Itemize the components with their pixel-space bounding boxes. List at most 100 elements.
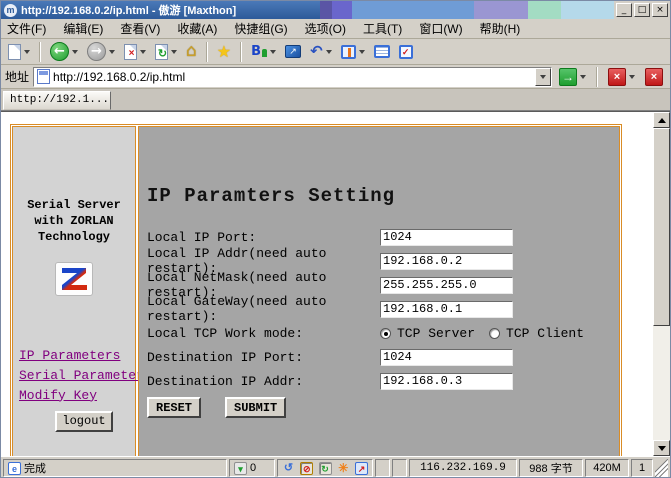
resource-sniffer-button[interactable] — [338, 41, 368, 63]
scrollbar-track[interactable] — [653, 326, 670, 440]
submit-button[interactable]: SUBMIT — [225, 397, 286, 418]
popup-blocker-icon[interactable]: ⊘ — [300, 462, 313, 475]
maximize-button[interactable]: □ — [634, 3, 650, 17]
chevron-down-icon — [580, 75, 586, 79]
page-frame: Serial Server with ZORLAN Technology — [10, 124, 622, 456]
tab-current[interactable]: http://192.1... — [3, 91, 111, 110]
brand-line: with ZORLAN — [27, 213, 121, 229]
radio-label: TCP Client — [506, 326, 584, 341]
menu-groups[interactable]: 快捷组(G) — [234, 20, 287, 37]
menu-window[interactable]: 窗口(W) — [419, 20, 462, 37]
form-buttons: RESET SUBMIT — [147, 397, 619, 418]
menu-file[interactable]: 文件(F) — [7, 20, 46, 37]
go-button[interactable]: → — [556, 66, 589, 88]
proxy-icon[interactable]: ↺ — [282, 462, 295, 475]
resource-sniffer-icon — [341, 45, 356, 59]
toolbar-separator — [596, 67, 598, 87]
web-page: Serial Server with ZORLAN Technology — [1, 112, 653, 456]
brand-text: Serial Server with ZORLAN Technology — [27, 197, 121, 246]
chevron-down-icon — [629, 75, 635, 79]
plugins-button[interactable]: B — [248, 41, 279, 63]
screen-capture-icon: ↗ — [285, 45, 301, 58]
chevron-down-icon — [109, 50, 115, 54]
chevron-down-icon — [140, 50, 146, 54]
new-page-icon — [8, 44, 21, 60]
scroll-up-button[interactable] — [653, 112, 670, 128]
nav-link-ip-parameters[interactable]: IP Parameters — [19, 348, 152, 363]
home-icon: ⌂ — [186, 43, 197, 60]
reset-button[interactable]: RESET — [147, 397, 201, 418]
back-icon: ← — [50, 42, 69, 61]
local-netmask-input[interactable] — [380, 277, 513, 294]
nav-link-modify-key[interactable]: Modify Key — [19, 388, 152, 403]
undo-button[interactable]: ↶ — [307, 41, 335, 63]
close-tab-icon: × — [608, 68, 626, 86]
page-icon — [37, 69, 50, 84]
local-ip-port-input[interactable] — [380, 229, 513, 246]
skin-segment — [528, 1, 561, 19]
status-message-cell: e 完成 — [3, 459, 227, 477]
vertical-scrollbar — [653, 112, 670, 456]
notes-button[interactable]: ✓ — [396, 41, 416, 63]
address-input[interactable] — [53, 69, 535, 85]
close-tab-button[interactable]: × — [605, 66, 638, 88]
screen-capture-button[interactable]: ↗ — [282, 41, 304, 63]
toolbar-separator — [39, 42, 41, 62]
chevron-down-icon — [72, 50, 78, 54]
destination-ip-port-input[interactable] — [380, 349, 513, 366]
chevron-down-icon — [326, 50, 332, 54]
menu-help[interactable]: 帮助(H) — [480, 20, 521, 37]
ip-settings-form: Local IP Port: Local IP Addr(need auto r… — [147, 225, 619, 418]
back-button[interactable]: ← — [47, 41, 81, 63]
quick-access-icon[interactable]: ↗ — [355, 462, 368, 475]
arrow-up-icon — [658, 118, 666, 123]
empty-cell — [375, 459, 390, 477]
window-title: http://192.168.0.2/ip.html - 傲游 [Maxthon… — [21, 2, 236, 18]
form-list-button[interactable] — [371, 41, 393, 63]
address-dropdown-button[interactable] — [535, 68, 551, 86]
chevron-down-icon — [171, 50, 177, 54]
star-icon: ★ — [217, 44, 231, 60]
minimize-button[interactable]: _ — [616, 3, 632, 17]
chevron-down-icon — [540, 75, 546, 79]
menu-favorites[interactable]: 收藏(A) — [177, 20, 217, 37]
tcp-client-radio[interactable] — [489, 328, 500, 339]
local-gateway-input[interactable] — [380, 301, 513, 318]
destination-ip-addr-input[interactable] — [380, 373, 513, 390]
logout-button[interactable]: logout — [55, 411, 113, 432]
auto-refresh-icon[interactable]: ↻ — [319, 462, 332, 475]
address-input-wrap — [33, 67, 552, 87]
page-size-cell: 988 字节 — [519, 459, 583, 477]
scroll-down-button[interactable] — [653, 440, 670, 456]
memory-cell: 420M — [585, 459, 629, 477]
page-title: IP Paramters Setting — [147, 185, 619, 207]
scrollbar-thumb[interactable] — [653, 128, 670, 326]
favorites-button[interactable]: ★ — [214, 41, 234, 63]
refresh-icon: ↻ — [155, 44, 168, 60]
menu-view[interactable]: 查看(V) — [120, 20, 160, 37]
resize-grip[interactable] — [655, 459, 668, 477]
close-all-button[interactable]: × — [642, 66, 666, 88]
local-ip-addr-input[interactable] — [380, 253, 513, 270]
menu-edit[interactable]: 编辑(E) — [63, 20, 103, 37]
z-logo-icon — [61, 267, 87, 291]
menu-options[interactable]: 选项(O) — [305, 20, 346, 37]
forward-button[interactable]: → — [84, 41, 118, 63]
go-icon: → — [559, 68, 577, 86]
menu-tools[interactable]: 工具(T) — [363, 20, 402, 37]
skin-segment — [320, 1, 332, 19]
nav-link-serial-parameters[interactable]: Serial Parameters — [19, 368, 152, 383]
stop-icon: × — [124, 44, 137, 60]
ad-filter-icon[interactable]: ✳ — [337, 462, 350, 475]
nav-links: IP Parameters Serial Parameters Modify K… — [13, 348, 152, 403]
new-page-button[interactable] — [5, 41, 33, 63]
tcp-server-radio[interactable] — [380, 328, 391, 339]
field-label: Destination IP Port: — [147, 350, 380, 365]
form-row: Destination IP Addr: — [147, 369, 619, 393]
external-ip-cell: 116.232.169.9 — [409, 459, 517, 477]
stop-button[interactable]: × — [121, 41, 149, 63]
close-button[interactable]: × — [652, 3, 668, 17]
home-button[interactable]: ⌂ — [183, 41, 200, 63]
toolbar: ← → × ↻ ⌂ ★ B ↗ ↶ — [1, 39, 670, 65]
refresh-button[interactable]: ↻ — [152, 41, 180, 63]
